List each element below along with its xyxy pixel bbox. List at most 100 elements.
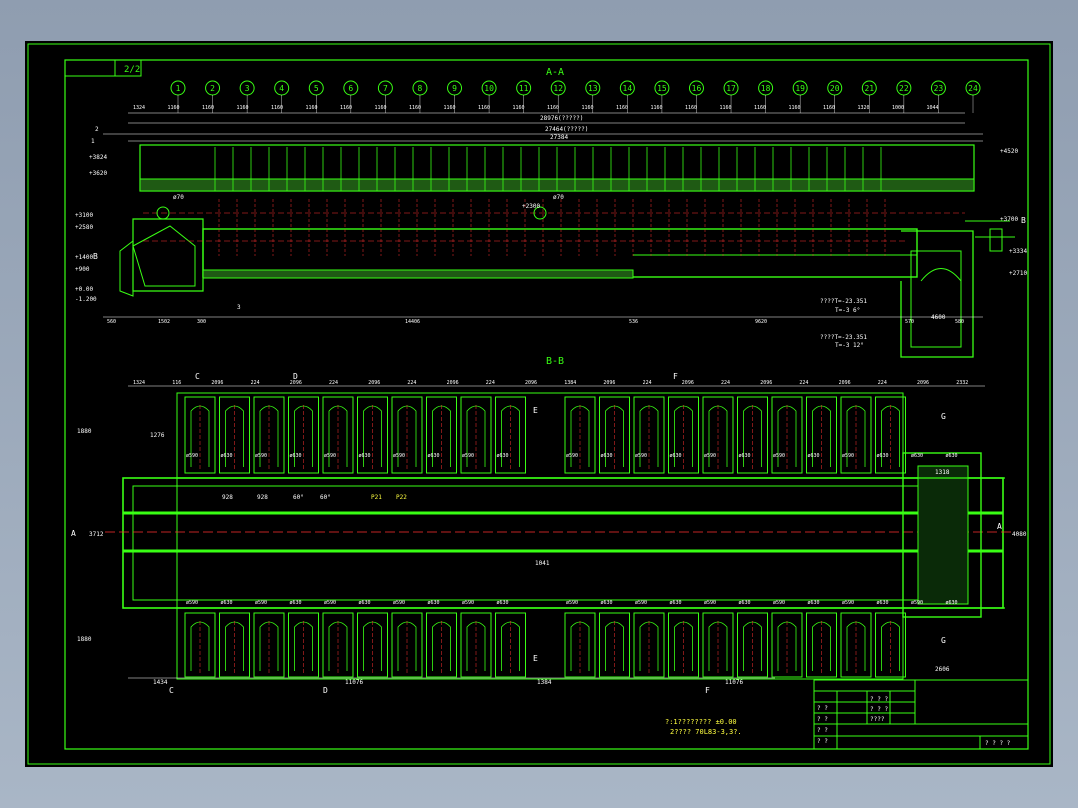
bb-cell xyxy=(460,612,492,678)
bb-cell xyxy=(219,396,250,474)
bb-dia-bottom: ø630 xyxy=(428,600,440,606)
bb-cell xyxy=(322,396,354,474)
aa-dim-text: 1160 xyxy=(168,105,180,111)
bb-dia-bottom: ø630 xyxy=(290,600,302,606)
bb-dim-text: 2096 xyxy=(211,380,223,386)
axis-label: 11 xyxy=(519,84,529,93)
bb-cell xyxy=(840,396,872,474)
bb-angle-2: 60° xyxy=(320,494,331,501)
aa-dim-text: 1160 xyxy=(720,105,732,111)
bb-dim-text: 224 xyxy=(878,380,887,386)
axis-label: 19 xyxy=(795,84,805,93)
axis-label: 22 xyxy=(899,84,909,93)
axis-label: 13 xyxy=(588,84,598,93)
bb-dim-text: 224 xyxy=(407,380,416,386)
bb-cell xyxy=(495,396,526,474)
aa-pipe-note-6: T=-3 12° xyxy=(835,342,864,349)
bb-cell xyxy=(599,396,630,474)
aa-elev-10: +3700 xyxy=(1000,216,1018,223)
corner-mark: 2/2 xyxy=(124,65,140,75)
bb-dia-top: ø590 xyxy=(566,453,578,459)
bb-dia-top: ø590 xyxy=(186,453,198,459)
bb-cells-top xyxy=(184,396,906,474)
bb-left-dim-2: 3712 xyxy=(89,531,104,538)
axis-label: 9 xyxy=(452,84,457,93)
bb-dim-text: 2332 xyxy=(956,380,968,386)
bb-dia-bottom: ø590 xyxy=(566,600,578,606)
tb-sheet: ? ? ? ? xyxy=(985,740,1011,747)
bb-cell xyxy=(806,612,837,678)
bb-cell xyxy=(322,612,354,678)
aa-vertical-members xyxy=(214,147,886,256)
axis-label: 7 xyxy=(383,84,388,93)
bb-cell xyxy=(771,612,803,678)
axis-label: 17 xyxy=(726,84,736,93)
bb-misc-1: 1276 xyxy=(150,432,165,439)
axis-label: 8 xyxy=(418,84,423,93)
bb-dia-bottom: ø630 xyxy=(946,600,958,606)
bb-dia-top: ø630 xyxy=(808,453,820,459)
aa-elev-4: +2580 xyxy=(75,224,93,231)
bb-angle-4: P22 xyxy=(396,494,407,501)
aa-dim-text: 1160 xyxy=(444,105,456,111)
bb-mark-c2: C xyxy=(169,686,174,695)
aa-dim-text: 1160 xyxy=(685,105,697,111)
bb-dia-bottom: ø590 xyxy=(255,600,267,606)
bb-mark-a1: A xyxy=(71,529,76,538)
bb-cell xyxy=(495,612,526,678)
aa-elev-9: +4520 xyxy=(1000,148,1018,155)
bb-dia-bottom: ø590 xyxy=(462,600,474,606)
aa-overall-dim-2: 27464(?????) xyxy=(545,126,588,133)
aa-bottom-dim-text: 1502 xyxy=(158,319,170,325)
aa-elev-3: +3100 xyxy=(75,212,93,219)
aa-elev-5: +1400 xyxy=(75,254,93,261)
bb-dia-bottom: ø590 xyxy=(842,600,854,606)
bb-dia-bottom: ø630 xyxy=(670,600,682,606)
axis-label: 1 xyxy=(176,84,181,93)
bb-misc-2: 928 xyxy=(222,494,233,501)
bb-angle-3: P21 xyxy=(371,494,382,501)
aa-elev-12: +2710 xyxy=(1009,270,1027,277)
axis-label: 12 xyxy=(553,84,563,93)
bb-bot-dim-3: 1384 xyxy=(537,679,552,686)
bb-cell xyxy=(875,396,906,474)
aa-dim-text: 1160 xyxy=(547,105,559,111)
bb-dia-bottom: ø630 xyxy=(739,600,751,606)
bb-dim-text: 224 xyxy=(251,380,260,386)
bb-dia-bottom: ø590 xyxy=(911,600,923,606)
bb-cell xyxy=(633,396,665,474)
bb-dia-top: ø630 xyxy=(290,453,302,459)
axis-bubble-24: 24 xyxy=(965,80,981,113)
aa-dim-text: 1160 xyxy=(823,105,835,111)
bb-cell xyxy=(184,612,216,678)
bb-cell xyxy=(564,612,596,678)
bb-dim-text: 2096 xyxy=(368,380,380,386)
aa-item-3: 3 xyxy=(237,304,241,311)
bb-dia-top: ø630 xyxy=(877,453,889,459)
bb-cell xyxy=(288,612,319,678)
aa-pipe-note-2: ø70 xyxy=(553,194,564,201)
aa-dim-text: 1160 xyxy=(271,105,283,111)
aa-pipe-note-8: 4600 xyxy=(931,314,946,321)
bb-cells-bottom xyxy=(184,612,906,678)
bb-dia-top: ø630 xyxy=(601,453,613,459)
bb-cell xyxy=(633,612,665,678)
bb-dim-text: 224 xyxy=(721,380,730,386)
bb-mark-a2: A xyxy=(997,522,1002,531)
aa-overall-dim-3: 27384 xyxy=(550,134,568,141)
bb-dim-text: 2096 xyxy=(682,380,694,386)
view-title-bb: B-B xyxy=(546,356,564,367)
tb-mid-1: ? ? ? xyxy=(870,696,888,703)
aa-top-dimensions: 1324 1160 1160 1160 1160 1160 1160 1160 1160 1160… xyxy=(133,105,939,111)
aa-dim-text: 1160 xyxy=(478,105,490,111)
aa-item-2: 2 xyxy=(95,126,99,133)
title-block xyxy=(813,679,1029,750)
bb-dim-text: 2096 xyxy=(760,380,772,386)
aa-dim-text: 1160 xyxy=(375,105,387,111)
axis-label: 4 xyxy=(279,84,284,93)
aa-bottom-dim-text: 580 xyxy=(955,319,964,325)
aa-bottom-dim-text: 560 xyxy=(107,319,116,325)
aa-pipe-note-1: ø70 xyxy=(173,194,184,201)
aa-elev-6: +900 xyxy=(75,266,90,273)
aa-bottom-dimensions: 560 1502 300 14406 536 9620 570 580 xyxy=(107,319,964,325)
